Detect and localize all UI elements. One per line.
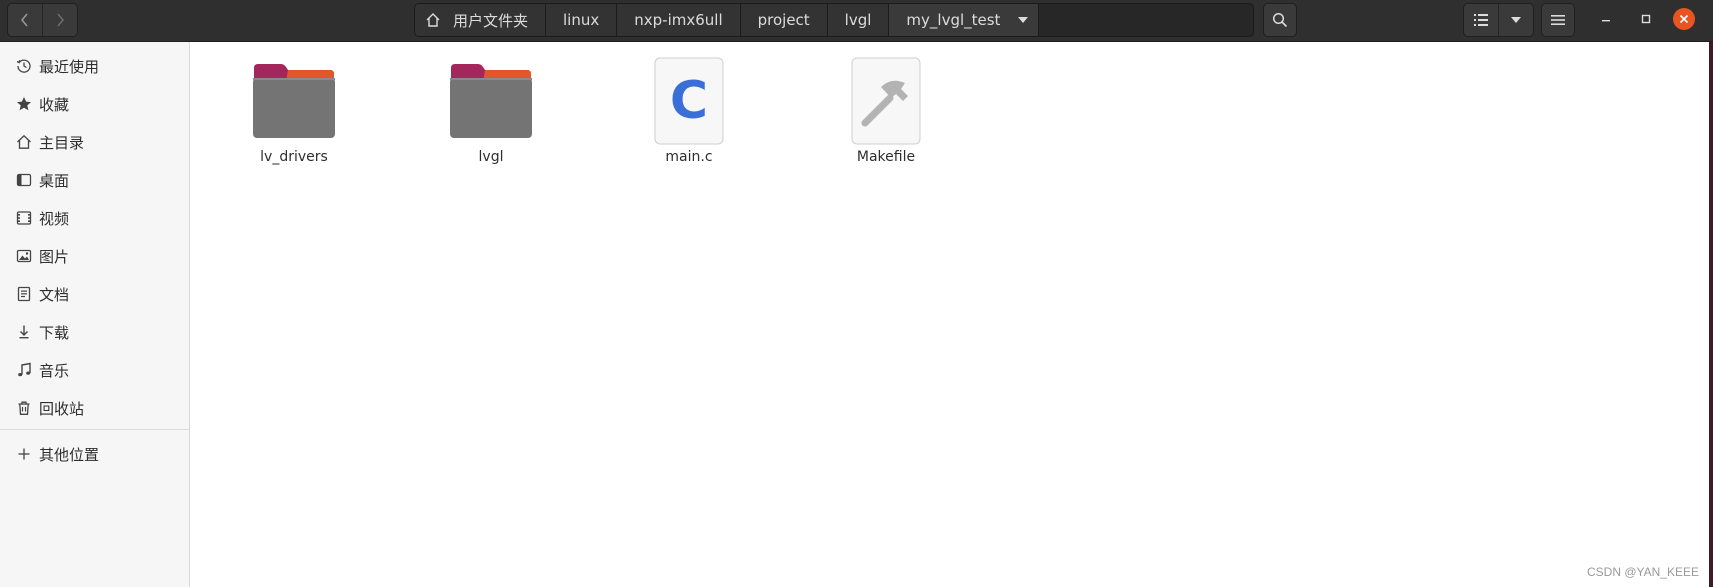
sidebar-item-documents[interactable]: 文档 xyxy=(0,278,189,310)
home-icon xyxy=(426,13,440,27)
chevron-left-icon xyxy=(21,13,28,27)
sidebar-item-label: 最近使用 xyxy=(39,57,100,76)
sidebar-item-label: 主目录 xyxy=(39,133,85,152)
sidebar-item-trash[interactable]: 回收站 xyxy=(0,392,189,424)
sidebar-item-music[interactable]: 音乐 xyxy=(0,354,189,386)
sidebar-item-desktop[interactable]: 桌面 xyxy=(0,164,189,196)
sidebar-item-label: 回收站 xyxy=(39,399,85,418)
sidebar-item-downloads[interactable]: 下载 xyxy=(0,316,189,348)
back-button[interactable] xyxy=(8,4,42,36)
file-name: Makefile xyxy=(856,149,916,165)
watermark: CSDN @YAN_KEEE xyxy=(1587,565,1699,579)
breadcrumb-label: lvgl xyxy=(844,11,872,29)
minimize-button[interactable] xyxy=(1593,6,1619,32)
close-button[interactable] xyxy=(1673,8,1695,30)
sidebar-item-label: 视频 xyxy=(39,209,70,228)
file-item[interactable]: Makefile xyxy=(826,56,946,165)
download-icon xyxy=(15,323,33,341)
breadcrumb-nxp-imx6ull[interactable]: nxp-imx6ull xyxy=(617,4,741,36)
forward-button[interactable] xyxy=(42,4,77,36)
breadcrumb-project[interactable]: project xyxy=(740,4,828,36)
picture-icon xyxy=(15,247,33,265)
plus-icon xyxy=(15,445,33,463)
document-icon xyxy=(15,285,33,303)
file-item[interactable]: C main.c xyxy=(629,56,749,165)
file-view: lv_drivers lvgl C main.c Makefile CSDN @… xyxy=(190,42,1709,587)
caret-down-icon xyxy=(1511,17,1521,23)
home-icon xyxy=(15,133,33,151)
hamburger-menu-icon xyxy=(1551,15,1565,25)
svg-text:C: C xyxy=(670,71,708,131)
sidebar-item-starred[interactable]: 收藏 xyxy=(0,88,189,120)
clock-icon xyxy=(15,57,33,75)
sidebar-item-recent[interactable]: 最近使用 xyxy=(0,50,189,82)
sidebar-item-label: 下载 xyxy=(39,323,70,342)
breadcrumb-label: my_lvgl_test xyxy=(906,11,1001,29)
view-options-button[interactable] xyxy=(1498,4,1533,36)
sidebar: 最近使用 收藏 主目录 桌面 视频 图片 文档 下载 音乐 回收站 其他位置 xyxy=(0,42,190,587)
video-icon xyxy=(15,209,33,227)
history-nav xyxy=(7,3,78,37)
menu-button[interactable] xyxy=(1541,3,1575,37)
sidebar-item-label: 桌面 xyxy=(39,171,70,190)
caret-down-icon xyxy=(1018,17,1029,23)
sidebar-item-label: 文档 xyxy=(39,285,70,304)
list-view-button[interactable] xyxy=(1464,4,1498,36)
folder-icon xyxy=(249,56,339,146)
close-icon xyxy=(1679,14,1689,24)
search-icon xyxy=(1272,12,1288,28)
file-name: lv_drivers xyxy=(260,149,328,165)
sidebar-item-videos[interactable]: 视频 xyxy=(0,202,189,234)
sidebar-item-pictures[interactable]: 图片 xyxy=(0,240,189,272)
sidebar-item-label: 收藏 xyxy=(39,95,70,114)
file-name: lvgl xyxy=(478,149,504,165)
music-icon xyxy=(15,361,33,379)
breadcrumb-home[interactable]: 用户文件夹 xyxy=(415,4,547,36)
breadcrumb-label: 用户文件夹 xyxy=(453,11,529,30)
file-item[interactable]: lv_drivers xyxy=(234,56,354,165)
sidebar-separator xyxy=(0,429,189,430)
sidebar-item-label: 音乐 xyxy=(39,361,70,380)
list-view-icon xyxy=(1474,14,1488,26)
file-item[interactable]: lvgl xyxy=(431,56,551,165)
c-source-file-icon: C xyxy=(644,56,734,146)
trash-icon xyxy=(15,399,33,417)
sidebar-item-label: 其他位置 xyxy=(39,445,100,464)
breadcrumb-label: project xyxy=(757,11,810,29)
desktop-icon xyxy=(15,171,33,189)
hammer-icon xyxy=(841,56,931,146)
maximize-button[interactable] xyxy=(1633,6,1659,32)
breadcrumb-lvgl[interactable]: lvgl xyxy=(827,4,890,36)
breadcrumb-label: nxp-imx6ull xyxy=(634,11,723,29)
minimize-icon xyxy=(1602,20,1610,22)
sidebar-item-label: 图片 xyxy=(39,247,70,266)
window-body: 最近使用 收藏 主目录 桌面 视频 图片 文档 下载 音乐 回收站 其他位置 l… xyxy=(0,42,1713,587)
search-button[interactable] xyxy=(1263,3,1297,37)
file-name: main.c xyxy=(665,149,713,165)
view-switcher xyxy=(1463,3,1534,37)
breadcrumb-linux[interactable]: linux xyxy=(546,4,618,36)
sidebar-item-home[interactable]: 主目录 xyxy=(0,126,189,158)
path-bar: 用户文件夹 linux nxp-imx6ull project lvgl my_… xyxy=(414,3,1254,37)
header-bar: 用户文件夹 linux nxp-imx6ull project lvgl my_… xyxy=(0,0,1713,42)
breadcrumb-current[interactable]: my_lvgl_test xyxy=(889,4,1040,36)
sidebar-item-other-locations[interactable]: 其他位置 xyxy=(0,438,189,470)
folder-icon xyxy=(446,56,536,146)
chevron-right-icon xyxy=(57,13,64,27)
breadcrumb-label: linux xyxy=(563,11,600,29)
star-icon xyxy=(15,95,33,113)
maximize-icon xyxy=(1641,14,1651,24)
